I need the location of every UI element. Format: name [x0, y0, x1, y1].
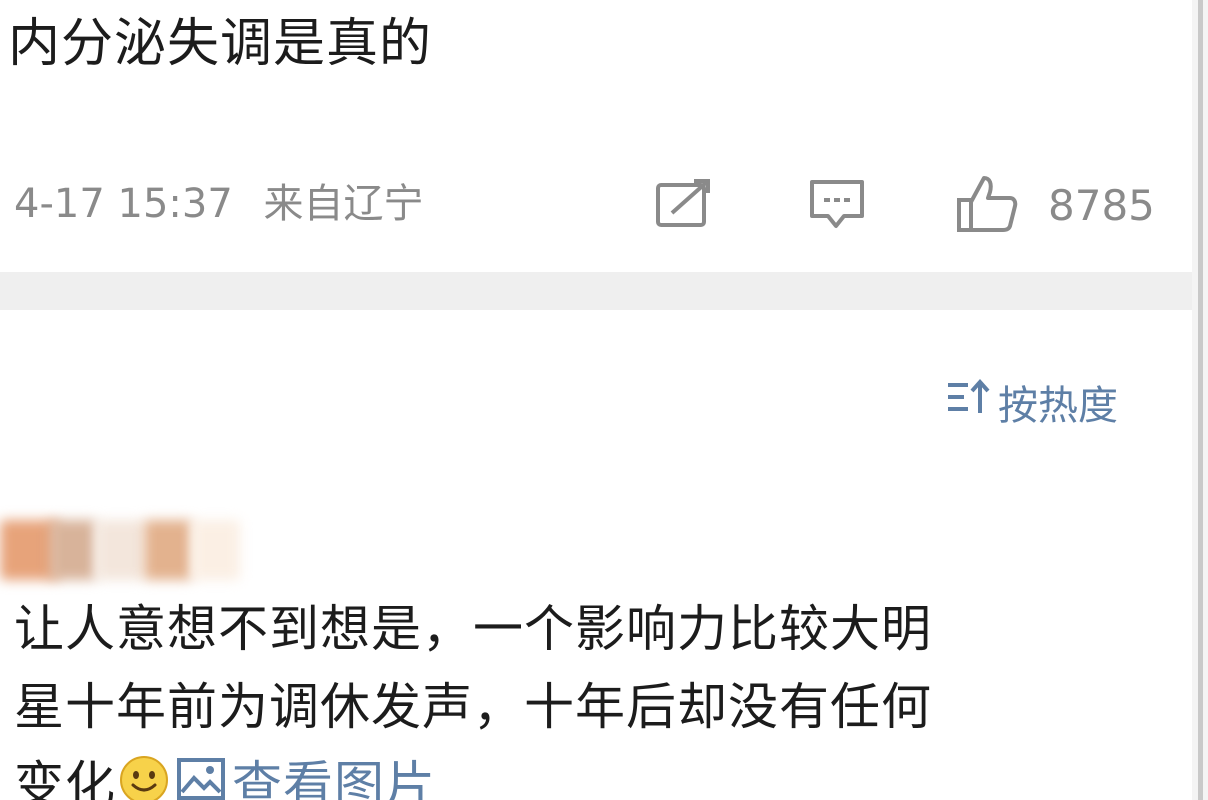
- share-button[interactable]: [654, 176, 712, 236]
- blurred-username: [0, 520, 240, 584]
- sort-label: 按热度: [998, 383, 1118, 429]
- post-meta: 4-17 15:37 来自辽宁: [14, 176, 424, 232]
- comment-button[interactable]: [808, 176, 866, 236]
- image-icon: [176, 746, 226, 800]
- smile-emoji: [118, 750, 170, 800]
- comment-text: 让人意想不到想是，一个影响力比较大明 星十年前为调休发声，十年后却没有任何 变化: [14, 590, 1134, 800]
- section-divider: [0, 272, 1192, 310]
- comment-line-last: 变化 查看图片: [14, 746, 1134, 800]
- comment-line-text: 变化: [14, 756, 116, 800]
- view-image-label: 查看图片: [232, 756, 436, 800]
- like-button[interactable]: 8785: [956, 176, 1155, 236]
- like-count: 8785: [1048, 181, 1155, 230]
- sort-icon: [944, 377, 990, 427]
- post-timestamp: 4-17 15:37: [14, 181, 233, 227]
- comment-icon: [808, 178, 866, 234]
- comment-line: 星十年前为调休发声，十年后却没有任何: [14, 678, 932, 736]
- scrollbar[interactable]: [1192, 0, 1208, 800]
- post-source: 来自辽宁: [263, 181, 424, 227]
- view-image-link[interactable]: 查看图片: [176, 746, 436, 800]
- scrollbar-thumb[interactable]: [1198, 0, 1203, 800]
- share-icon: [654, 179, 712, 233]
- post-text: 内分泌失调是真的: [8, 14, 433, 74]
- sort-by-hot-button[interactable]: 按热度: [944, 374, 1118, 430]
- comment-line: 让人意想不到想是，一个影响力比较大明: [14, 600, 932, 658]
- weibo-post-screen: 内分泌失调是真的 4-17 15:37 来自辽宁 8785 按热度 让人意想不到…: [0, 0, 1208, 800]
- thumbs-up-icon: [956, 174, 1018, 238]
